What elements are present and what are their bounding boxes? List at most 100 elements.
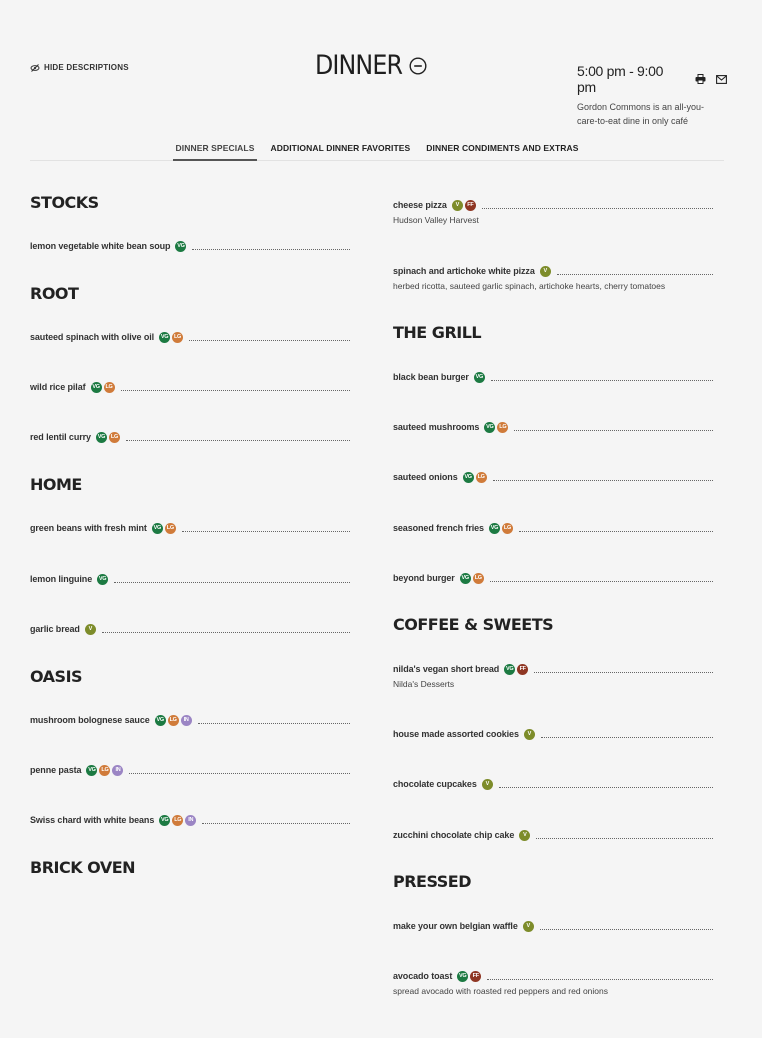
menu-item-name[interactable]: sauteed spinach with olive oil: [30, 332, 154, 342]
badge-vg-icon[interactable]: VG: [488, 522, 500, 534]
badge-ff-icon[interactable]: FF: [470, 970, 482, 982]
print-icon[interactable]: [695, 74, 706, 84]
section-title-oasis: OASIS: [30, 667, 83, 686]
dotted-leader: [189, 334, 350, 341]
menu-item-name[interactable]: garlic bread: [30, 624, 80, 634]
menu-item-name[interactable]: avocado toast: [393, 971, 452, 981]
dietary-badges: VG: [175, 240, 187, 252]
dietary-badges: VG LG: [462, 471, 487, 483]
badge-vg-icon[interactable]: VG: [175, 240, 187, 252]
badge-vg-icon[interactable]: VG: [159, 814, 171, 826]
dotted-leader: [114, 576, 350, 583]
menu-item-name[interactable]: green beans with fresh mint: [30, 523, 147, 533]
menu-item-name[interactable]: cheese pizza: [393, 200, 447, 210]
badge-lg-icon[interactable]: LG: [475, 471, 487, 483]
badge-v-icon[interactable]: V: [519, 829, 531, 841]
menu-item-row: red lentil curry VG LG: [30, 431, 350, 443]
section-title-the-grill: THE GRILL: [393, 323, 482, 342]
menu-item-name[interactable]: black bean burger: [393, 372, 469, 382]
menu-item: make your own belgian waffle V: [393, 920, 713, 932]
menu-item-row: green beans with fresh mint VG LG: [30, 522, 350, 534]
menu-item-name[interactable]: house made assorted cookies: [393, 729, 519, 739]
dietary-badges: VG FF: [504, 663, 529, 675]
collapse-minus-icon[interactable]: [409, 56, 427, 75]
badge-vg-icon[interactable]: VG: [159, 331, 171, 343]
tab-additional-dinner-favorites[interactable]: ADDITIONAL DINNER FAVORITES: [267, 139, 413, 161]
menu-item: wild rice pilaf VG LG: [30, 381, 350, 393]
badge-lg-icon[interactable]: LG: [99, 764, 111, 776]
menu-item-row: cheese pizza V FF: [393, 199, 713, 211]
badge-vg-icon[interactable]: VG: [151, 522, 163, 534]
badge-lg-icon[interactable]: LG: [497, 421, 509, 433]
tab-dinner-condiments-and-extras[interactable]: DINNER CONDIMENTS AND EXTRAS: [423, 139, 581, 161]
menu-item: green beans with fresh mint VG LG: [30, 522, 350, 534]
menu-item-name[interactable]: penne pasta: [30, 765, 82, 775]
badge-lg-icon[interactable]: LG: [472, 572, 484, 584]
badge-lg-icon[interactable]: LG: [164, 522, 176, 534]
menu-item: black bean burger VG: [393, 371, 713, 383]
badge-v-icon[interactable]: V: [522, 920, 534, 932]
menu-item-row: seasoned french fries VG LG: [393, 522, 713, 534]
menu-item-name[interactable]: lemon linguine: [30, 574, 92, 584]
badge-vg-icon[interactable]: VG: [462, 471, 474, 483]
badge-vg-icon[interactable]: VG: [504, 663, 516, 675]
badge-v-icon[interactable]: V: [539, 265, 551, 277]
menu-item: house made assorted cookies V: [393, 728, 713, 740]
menu-item-name[interactable]: spinach and artichoke white pizza: [393, 266, 535, 276]
dotted-leader: [490, 374, 713, 381]
badge-vg-icon[interactable]: VG: [86, 764, 98, 776]
menu-item-name[interactable]: Swiss chard with white beans: [30, 815, 154, 825]
badge-lg-icon[interactable]: LG: [172, 331, 184, 343]
hours-panel: 5:00 pm - 9:00 pm Gordon Commons is an a…: [577, 63, 727, 128]
badge-vg-icon[interactable]: VG: [97, 573, 109, 585]
menu-item: red lentil curry VG LG: [30, 431, 350, 443]
badge-ff-icon[interactable]: FF: [517, 663, 529, 675]
menu-item-name[interactable]: sauteed mushrooms: [393, 422, 479, 432]
hide-descriptions-button[interactable]: HIDE DESCRIPTIONS: [30, 63, 129, 72]
dietary-badges: VG LG: [484, 421, 509, 433]
menu-item-name[interactable]: make your own belgian waffle: [393, 921, 518, 931]
menu-item-name[interactable]: beyond burger: [393, 573, 455, 583]
menu-item-name[interactable]: sauteed onions: [393, 472, 458, 482]
badge-v-icon[interactable]: V: [84, 623, 96, 635]
hours-time: 5:00 pm - 9:00 pm: [577, 63, 664, 95]
badge-lg-icon[interactable]: LG: [103, 381, 115, 393]
badge-vg-icon[interactable]: VG: [457, 970, 469, 982]
dotted-leader: [129, 767, 350, 774]
menu-item: sauteed onions VG LG: [393, 471, 713, 483]
menu-item-name[interactable]: seasoned french fries: [393, 523, 484, 533]
badge-lg-icon[interactable]: LG: [501, 522, 513, 534]
badge-ff-icon[interactable]: FF: [464, 199, 476, 211]
email-icon[interactable]: [716, 74, 727, 84]
badge-v-icon[interactable]: V: [481, 778, 493, 790]
badge-vg-icon[interactable]: VG: [473, 371, 485, 383]
menu-item-name[interactable]: wild rice pilaf: [30, 382, 86, 392]
badge-in-icon[interactable]: IN: [112, 764, 124, 776]
menu-item-name[interactable]: zucchini chocolate chip cake: [393, 830, 514, 840]
menu-item: lemon linguine VG: [30, 573, 350, 585]
badge-in-icon[interactable]: IN: [185, 814, 197, 826]
menu-item-row: chocolate cupcakes V: [393, 778, 713, 790]
badge-in-icon[interactable]: IN: [180, 714, 192, 726]
menu-item-row: black bean burger VG: [393, 371, 713, 383]
badge-vg-icon[interactable]: VG: [484, 421, 496, 433]
badge-lg-icon[interactable]: LG: [172, 814, 184, 826]
menu-item-name[interactable]: nilda's vegan short bread: [393, 664, 499, 674]
menu-item-name[interactable]: chocolate cupcakes: [393, 779, 477, 789]
menu-item-description: Hudson Valley Harvest: [393, 215, 479, 225]
badge-vg-icon[interactable]: VG: [90, 381, 102, 393]
badge-vg-icon[interactable]: VG: [459, 572, 471, 584]
badge-vg-icon[interactable]: VG: [95, 431, 107, 443]
badge-v-icon[interactable]: V: [523, 728, 535, 740]
badge-v-icon[interactable]: V: [451, 199, 463, 211]
badge-lg-icon[interactable]: LG: [108, 431, 120, 443]
menu-item-name[interactable]: mushroom bolognese sauce: [30, 715, 150, 725]
section-title-root: ROOT: [30, 284, 79, 303]
dotted-leader: [101, 626, 350, 633]
tab-dinner-specials[interactable]: DINNER SPECIALS: [172, 139, 258, 161]
badge-vg-icon[interactable]: VG: [154, 714, 166, 726]
menu-item-name[interactable]: lemon vegetable white bean soup: [30, 241, 171, 251]
menu-item-name[interactable]: red lentil curry: [30, 432, 91, 442]
badge-lg-icon[interactable]: LG: [167, 714, 179, 726]
dotted-leader: [487, 973, 713, 980]
